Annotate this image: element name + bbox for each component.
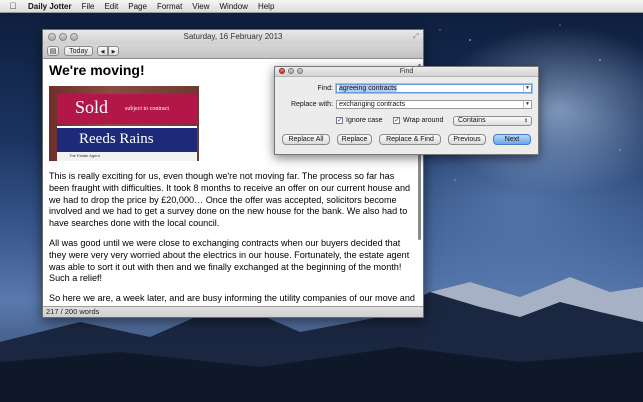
wrap-around-checkbox[interactable]: ✓ <box>393 117 400 124</box>
replace-all-button[interactable]: Replace All <box>282 134 330 145</box>
today-button[interactable]: Today <box>64 46 93 56</box>
sold-text: Sold <box>75 97 109 117</box>
find-label: Find: <box>317 85 333 92</box>
wrap-around-label[interactable]: Wrap around <box>403 117 443 124</box>
updown-arrows-icon: ⇕ <box>523 118 528 124</box>
menu-view[interactable]: View <box>192 2 209 11</box>
replace-history-chevron-icon[interactable]: ▼ <box>523 101 531 108</box>
find-input-value: agreeing contracts <box>339 85 397 92</box>
find-panel: Find Find: agreeing contracts ▼ Replace … <box>274 66 539 155</box>
agent-subtitle: The Estate Agent <box>69 153 100 158</box>
replace-button[interactable]: Replace <box>337 134 372 145</box>
menu-bar:  Daily Jotter File Edit Page Format Vie… <box>0 0 643 13</box>
minimize-panel-button[interactable] <box>288 68 294 74</box>
status-bar: 217 / 200 words <box>43 306 423 317</box>
next-button[interactable]: Next <box>493 134 531 145</box>
menu-page[interactable]: Page <box>128 2 147 11</box>
menu-help[interactable]: Help <box>258 2 274 11</box>
replace-input-value: exchanging contracts <box>339 101 406 108</box>
ignore-case-checkbox[interactable]: ✓ <box>336 117 343 124</box>
subject-text: subject to contract <box>125 106 169 112</box>
menu-edit[interactable]: Edit <box>104 2 118 11</box>
chevron-left-icon: ◀ <box>100 49 105 55</box>
paragraph-3: So here we are, a week later, and are bu… <box>49 293 415 303</box>
sold-board: Sold subject to contract <box>57 94 197 124</box>
chevron-right-icon: ▶ <box>111 49 116 55</box>
sold-sign-photo: Sold subject to contract Reeds Rains The… <box>49 86 199 161</box>
close-window-button[interactable] <box>48 33 56 41</box>
match-mode-popup[interactable]: Contains ⇕ <box>453 116 532 126</box>
agent-name: Reeds Rains <box>79 131 154 147</box>
replace-and-find-button[interactable]: Replace & Find <box>379 134 441 145</box>
find-input[interactable]: agreeing contracts ▼ <box>336 84 532 93</box>
close-panel-button[interactable] <box>279 68 285 74</box>
window-title-bar[interactable]: Saturday, 16 February 2013 ⤢ <box>43 30 423 44</box>
find-history-chevron-icon[interactable]: ▼ <box>523 85 531 92</box>
entry-heading: We're moving! <box>49 62 145 78</box>
paragraph-1: This is really exciting for us, even tho… <box>49 171 411 229</box>
zoom-window-button[interactable] <box>70 33 78 41</box>
window-title: Saturday, 16 February 2013 <box>183 32 283 41</box>
apple-menu-icon[interactable]:  <box>6 1 20 11</box>
replace-label: Replace with: <box>290 101 333 108</box>
find-panel-title: Find <box>399 68 414 75</box>
window-toolbar: ▤ Today ◀ ▶ <box>43 44 423 59</box>
menu-format[interactable]: Format <box>157 2 182 11</box>
zoom-panel-button[interactable] <box>297 68 303 74</box>
calendar-icon: ▤ <box>49 48 57 55</box>
menu-file[interactable]: File <box>82 2 95 11</box>
menu-window[interactable]: Window <box>220 2 248 11</box>
match-mode-value: Contains <box>458 117 486 124</box>
fullscreen-icon[interactable]: ⤢ <box>413 30 419 44</box>
word-count: 217 / 200 words <box>46 307 100 316</box>
next-day-button[interactable]: ▶ <box>108 46 119 56</box>
agent-board: Reeds Rains <box>57 126 197 152</box>
minimize-window-button[interactable] <box>59 33 67 41</box>
menu-app-name[interactable]: Daily Jotter <box>28 2 72 11</box>
find-panel-title-bar[interactable]: Find <box>275 67 538 77</box>
previous-day-button[interactable]: ◀ <box>97 46 108 56</box>
calendar-button[interactable]: ▤ <box>47 46 59 56</box>
replace-input[interactable]: exchanging contracts ▼ <box>336 100 532 109</box>
previous-button[interactable]: Previous <box>448 134 486 145</box>
ignore-case-label[interactable]: Ignore case <box>346 117 383 124</box>
paragraph-2: All was good until we were close to exch… <box>49 238 410 284</box>
